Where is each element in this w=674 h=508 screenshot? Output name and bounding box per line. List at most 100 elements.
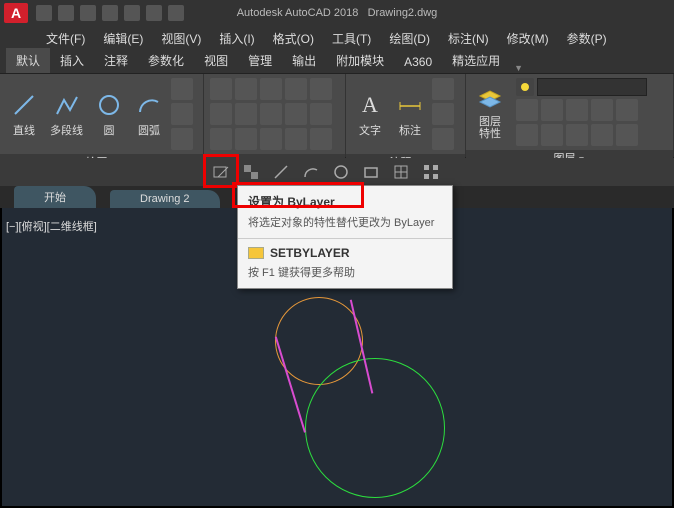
command-icon (248, 247, 264, 259)
layer-prev-icon[interactable] (566, 124, 588, 146)
arc-tool-icon[interactable] (300, 161, 322, 183)
title-bar: A Autodesk AutoCAD 2018 Drawing2.dwg (0, 0, 674, 26)
ribbon-tab-default[interactable]: 默认 (6, 48, 50, 73)
erase-icon[interactable] (285, 78, 307, 100)
qat-save-icon[interactable] (80, 5, 96, 21)
menu-file[interactable]: 文件(F) (38, 28, 93, 49)
array-tool-icon[interactable] (420, 161, 442, 183)
rect-icon[interactable] (171, 78, 193, 100)
layer-copy-icon[interactable] (616, 124, 638, 146)
ribbon-tab-annot[interactable]: 注释 (94, 48, 138, 73)
fillet-icon[interactable] (260, 103, 282, 125)
ribbon-tab-insert[interactable]: 插入 (50, 48, 94, 73)
layer-iso-icon[interactable] (591, 99, 613, 121)
menu-tools[interactable]: 工具(T) (324, 28, 379, 49)
scale-icon[interactable] (235, 128, 257, 150)
dim-button[interactable]: 标注 (392, 88, 428, 140)
circle-button[interactable]: 圆 (91, 88, 127, 140)
stretch-icon[interactable] (210, 128, 232, 150)
ribbon-tab-strip: 默认 插入 注释 参数化 视图 管理 输出 附加模块 A360 精选应用 ▼ (0, 50, 674, 74)
quick-access-toolbar (36, 5, 184, 21)
menu-dim[interactable]: 标注(N) (440, 28, 497, 49)
move-icon[interactable] (210, 78, 232, 100)
hatch-icon[interactable] (171, 128, 193, 150)
layer-walk-icon[interactable] (541, 124, 563, 146)
layer-off-icon[interactable] (566, 99, 588, 121)
qat-redo-icon[interactable] (168, 5, 184, 21)
chamfer-icon[interactable] (285, 103, 307, 125)
ribbon-tab-featured[interactable]: 精选应用 (442, 48, 510, 73)
explode-icon[interactable] (310, 78, 332, 100)
line-icon (11, 92, 37, 118)
mirror-icon[interactable] (235, 103, 257, 125)
ribbon-tab-view[interactable]: 视图 (194, 48, 238, 73)
leader-icon[interactable] (432, 78, 454, 100)
hatch-tool-icon[interactable] (390, 161, 412, 183)
bulb-icon[interactable] (516, 78, 534, 96)
qat-open-icon[interactable] (58, 5, 74, 21)
layer-match-icon[interactable] (616, 99, 638, 121)
layer-lock-icon[interactable] (541, 99, 563, 121)
menu-param[interactable]: 参数(P) (559, 28, 615, 49)
menu-modify[interactable]: 修改(M) (499, 28, 557, 49)
tooltip-description: 将选定对象的特性替代更改为 ByLayer (238, 214, 452, 238)
layers-icon (476, 86, 504, 112)
menu-draw[interactable]: 绘图(D) (381, 28, 438, 49)
ribbon-tab-manage[interactable]: 管理 (238, 48, 282, 73)
tooltip-command: SETBYLAYER (238, 239, 452, 264)
mtext-icon[interactable] (432, 128, 454, 150)
rotate-icon[interactable] (235, 78, 257, 100)
polyline-button[interactable]: 多段线 (46, 88, 87, 140)
app-logo[interactable]: A (4, 3, 28, 23)
ribbon-tab-a360[interactable]: A360 (394, 51, 442, 73)
polyline-icon (54, 92, 80, 118)
qat-saveas-icon[interactable] (102, 5, 118, 21)
tooltip-title: 设置为 ByLayer (238, 186, 452, 214)
panel-layer: 图层 特性 (466, 74, 674, 157)
dimension-icon (397, 92, 423, 118)
arc-button[interactable]: 圆弧 (131, 88, 167, 140)
qat-plot-icon[interactable] (124, 5, 140, 21)
panel-draw: 直线 多段线 圆 圆弧 绘图▼ (0, 74, 204, 157)
panel-annot: A 文字 标注 注释▼ (346, 74, 466, 157)
line-button[interactable]: 直线 (6, 88, 42, 140)
layer-state-icon[interactable] (591, 124, 613, 146)
ribbon-tab-param[interactable]: 参数化 (138, 48, 194, 73)
join-icon[interactable] (285, 128, 307, 150)
menu-format[interactable]: 格式(O) (265, 28, 322, 49)
qat-new-icon[interactable] (36, 5, 52, 21)
setbylayer-icon[interactable] (210, 161, 232, 183)
layer-dropdown[interactable] (537, 78, 647, 96)
menu-insert[interactable]: 插入(I) (211, 28, 262, 49)
trim-icon[interactable] (260, 78, 282, 100)
break-icon[interactable] (310, 128, 332, 150)
layer-props-button[interactable]: 图层 特性 (472, 82, 508, 142)
ribbon: 直线 多段线 圆 圆弧 绘图▼ (0, 74, 674, 158)
matchprop-icon[interactable] (240, 161, 262, 183)
tooltip: 设置为 ByLayer 将选定对象的特性替代更改为 ByLayer SETBYL… (237, 185, 453, 289)
text-button[interactable]: A 文字 (352, 88, 388, 140)
table-icon[interactable] (432, 103, 454, 125)
arc-icon (136, 92, 162, 118)
tab-start[interactable]: 开始 (14, 186, 96, 208)
ribbon-tab-addons[interactable]: 附加模块 (326, 48, 394, 73)
menu-bar: 文件(F) 编辑(E) 视图(V) 插入(I) 格式(O) 工具(T) 绘图(D… (0, 26, 674, 50)
chevron-down-icon[interactable]: ▼ (514, 63, 523, 73)
offset-icon[interactable] (260, 128, 282, 150)
viewport-label[interactable]: [−][俯视][二维线框] (6, 218, 97, 234)
menu-edit[interactable]: 编辑(E) (95, 28, 151, 49)
drawing-circle-green (305, 358, 445, 498)
rect-tool-icon[interactable] (360, 161, 382, 183)
copy-icon[interactable] (210, 103, 232, 125)
ribbon-tab-output[interactable]: 输出 (282, 48, 326, 73)
circle-tool-icon[interactable] (330, 161, 352, 183)
line-tool-icon[interactable] (270, 161, 292, 183)
sub-toolbar (0, 158, 674, 186)
qat-undo-icon[interactable] (146, 5, 162, 21)
layer-merge-icon[interactable] (516, 124, 538, 146)
layer-freeze-icon[interactable] (516, 99, 538, 121)
menu-view[interactable]: 视图(V) (153, 28, 209, 49)
tab-drawing2[interactable]: Drawing 2 (110, 190, 220, 208)
array-icon[interactable] (310, 103, 332, 125)
ellipse-icon[interactable] (171, 103, 193, 125)
